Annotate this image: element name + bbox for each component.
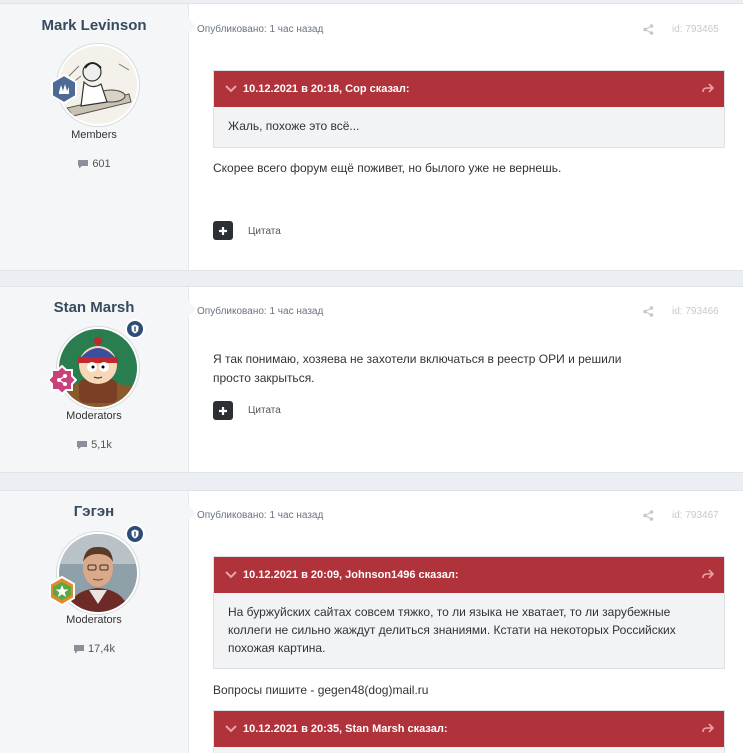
quote-block: 10.12.2021 в 20:09, Johnson1496 сказал: … — [213, 556, 725, 669]
comment-icon — [78, 160, 89, 169]
rank-badge-icon — [51, 74, 77, 104]
quote-button[interactable]: Цитата — [248, 226, 281, 237]
quote-header[interactable]: 10.12.2021 в 20:18, Cop сказал: — [214, 71, 724, 107]
forward-icon[interactable] — [702, 569, 714, 579]
share-icon[interactable] — [643, 24, 654, 35]
author-name[interactable]: Гэгэн — [0, 503, 188, 520]
post-text: Я так понимаю, хозяева не захотели включ… — [213, 352, 622, 385]
panel-arrow — [188, 301, 196, 317]
group-label: Members — [71, 129, 117, 141]
quote-author[interactable]: 10.12.2021 в 20:18, Cop сказал: — [243, 83, 410, 95]
quote-header[interactable]: 10.12.2021 в 20:09, Johnson1496 сказал: — [214, 557, 724, 593]
forward-icon[interactable] — [702, 723, 714, 733]
quote-button[interactable]: Цитата — [248, 405, 281, 416]
post-3: Гэгэн Moderators 17,4k Опубликовано: 1 ч… — [0, 490, 743, 753]
post-text: Вопросы пишите - gegen48(dog)mail.ru — [213, 683, 429, 697]
post-count: 601 — [0, 158, 188, 170]
quote-text: Жаль, похоже это всё... — [228, 119, 360, 133]
author-name[interactable]: Stan Marsh — [0, 299, 188, 316]
chevron-down-icon[interactable] — [225, 85, 237, 93]
panel-arrow — [188, 505, 196, 521]
post-1: Mark Levinson Members 601 Опубликовано: … — [0, 3, 743, 271]
post-text: Скорее всего форум ещё поживет, но былог… — [213, 161, 562, 175]
plus-icon — [219, 406, 227, 415]
comment-icon — [74, 645, 85, 654]
quote-block: 10.12.2021 в 20:18, Cop сказал: Жаль, по… — [213, 70, 725, 148]
rank-badge-icon — [47, 365, 77, 395]
avatar[interactable] — [49, 524, 145, 614]
author-name[interactable]: Mark Levinson — [0, 17, 188, 34]
plus-icon — [219, 226, 227, 235]
post-id[interactable]: id: 793467 — [672, 510, 719, 521]
group-label: Moderators — [66, 614, 122, 626]
panel-arrow — [188, 18, 196, 34]
published-time: Опубликовано: 1 час назад — [197, 24, 324, 35]
multiquote-button[interactable] — [213, 221, 233, 240]
post-count: 5,1k — [0, 439, 188, 451]
chevron-down-icon[interactable] — [225, 725, 237, 733]
moderator-shield-icon — [125, 524, 145, 544]
avatar[interactable] — [47, 319, 145, 409]
published-time: Опубликовано: 1 час назад — [197, 306, 324, 317]
post-count: 17,4k — [0, 643, 188, 655]
quote-author[interactable]: 10.12.2021 в 20:09, Johnson1496 сказал: — [243, 569, 459, 581]
post-id[interactable]: id: 793465 — [672, 24, 719, 35]
quote-text: На буржуйских сайтах совсем тяжко, то ли… — [228, 605, 676, 655]
forward-icon[interactable] — [702, 83, 714, 93]
post-2: Stan Marsh Moderators 5,1k Опубликовано:… — [0, 286, 743, 473]
quote-header[interactable]: 10.12.2021 в 20:35, Stan Marsh сказал: — [214, 711, 724, 747]
published-time: Опубликовано: 1 час назад — [197, 510, 324, 521]
comment-icon — [77, 441, 88, 450]
chevron-down-icon[interactable] — [225, 571, 237, 579]
post-id[interactable]: id: 793466 — [672, 306, 719, 317]
quote-block-2: 10.12.2021 в 20:35, Stan Marsh сказал: — [213, 710, 725, 753]
quote-author[interactable]: 10.12.2021 в 20:35, Stan Marsh сказал: — [243, 723, 448, 735]
avatar[interactable] — [51, 44, 139, 126]
rank-badge-icon — [49, 576, 75, 606]
multiquote-button[interactable] — [213, 401, 233, 420]
share-icon[interactable] — [643, 306, 654, 317]
share-icon[interactable] — [643, 510, 654, 521]
group-label: Moderators — [66, 410, 122, 422]
moderator-shield-icon — [125, 319, 145, 339]
